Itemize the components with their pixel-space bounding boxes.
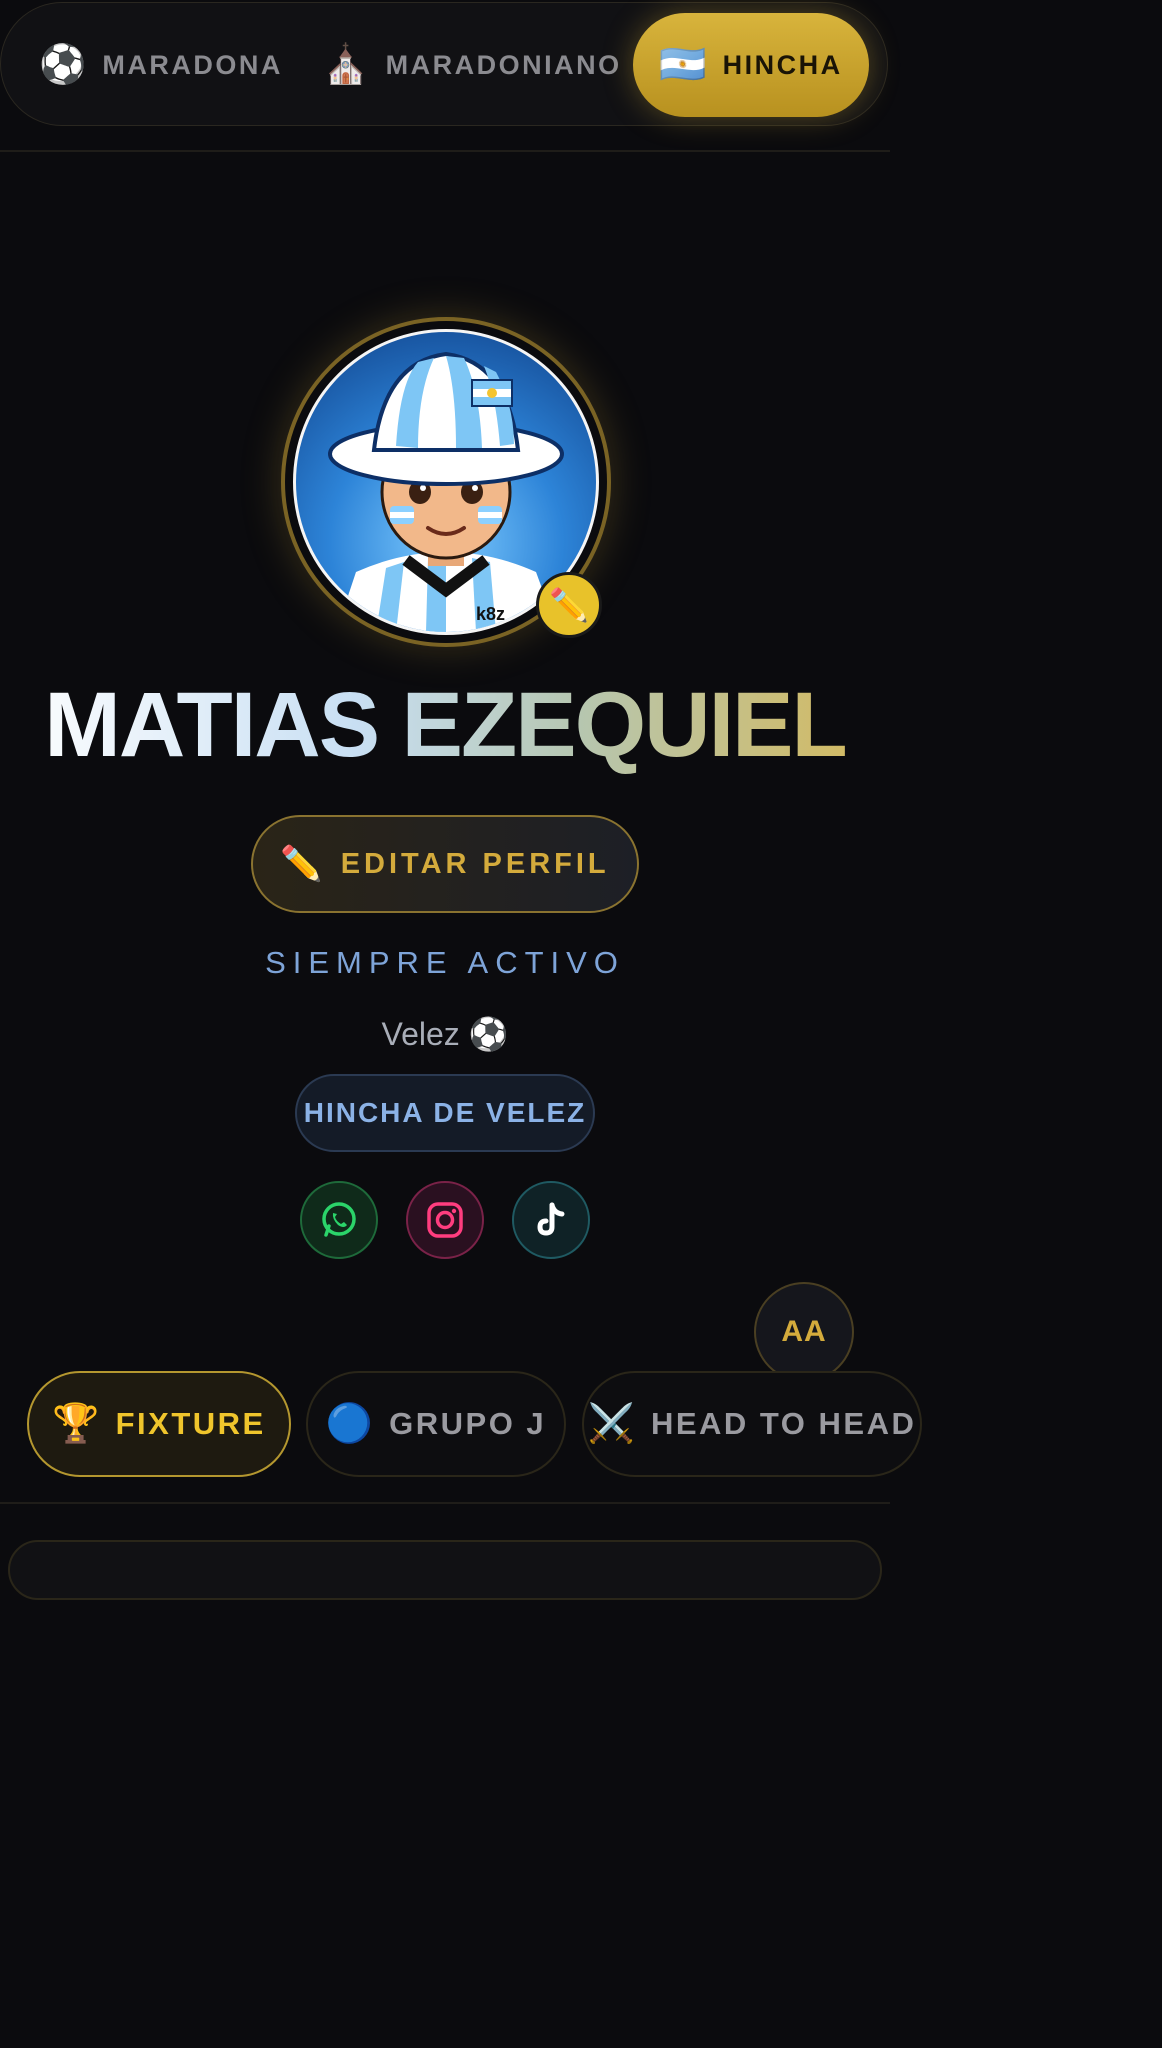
- crossed-swords-icon: ⚔️: [587, 1403, 635, 1445]
- divider: [0, 150, 890, 152]
- edit-profile-label: EDITAR PERFIL: [340, 847, 610, 880]
- pencil-icon: ✏️: [280, 845, 323, 883]
- whatsapp-icon: [322, 1202, 356, 1237]
- pencil-icon: ✏️: [549, 587, 589, 623]
- mode-switcher: ⚽ MARADONA ⛪ MARADONIANO 🇦🇷 HINCHA: [0, 2, 888, 126]
- mode-hincha[interactable]: 🇦🇷 HINCHA: [633, 13, 869, 117]
- edit-profile-button[interactable]: ✏️ EDITAR PERFIL: [251, 815, 639, 913]
- blue-circle-icon: 🔵: [325, 1403, 374, 1445]
- avatar-frame: k8z ✏️: [281, 317, 611, 647]
- argentina-flag-icon: 🇦🇷: [659, 44, 707, 86]
- team-badge: HINCHA DE VELEZ: [295, 1074, 595, 1152]
- trophy-icon: 🏆: [52, 1403, 100, 1445]
- tab-label: HEAD TO HEAD: [650, 1406, 917, 1441]
- tab-label: FIXTURE: [115, 1406, 266, 1441]
- avatar-tag: k8z: [476, 604, 505, 624]
- whatsapp-button[interactable]: [300, 1181, 378, 1259]
- mode-label: HINCHA: [722, 49, 843, 80]
- mode-maradoniano[interactable]: ⛪ MARADONIANO: [322, 13, 619, 117]
- font-size-button[interactable]: AA: [754, 1282, 854, 1382]
- instagram-button[interactable]: [406, 1181, 484, 1259]
- content-card: [8, 1540, 882, 1600]
- instagram-icon: [427, 1202, 463, 1238]
- tab-label: GRUPO J: [389, 1406, 547, 1441]
- status-text: SIEMPRE ACTIVO: [265, 945, 625, 980]
- tab-head-to-head[interactable]: ⚔️ HEAD TO HEAD: [582, 1371, 922, 1477]
- tiktok-button[interactable]: [512, 1181, 590, 1259]
- mode-label: MARADONA: [102, 49, 283, 80]
- mode-label: MARADONIANO: [385, 49, 622, 80]
- divider: [0, 1502, 890, 1504]
- tab-fixture[interactable]: 🏆 FIXTURE: [27, 1371, 291, 1477]
- edit-avatar-button[interactable]: ✏️: [536, 572, 602, 638]
- tab-grupo-j[interactable]: 🔵 GRUPO J: [306, 1371, 566, 1477]
- mode-maradona[interactable]: ⚽ MARADONA: [39, 13, 283, 117]
- profile-name: MATIAS EZEQUIEL: [0, 670, 890, 780]
- team-line: Velez ⚽: [381, 1016, 509, 1052]
- tiktok-icon: [537, 1202, 565, 1236]
- church-icon: ⛪: [322, 44, 370, 86]
- soccer-ball-icon: ⚽: [39, 44, 87, 86]
